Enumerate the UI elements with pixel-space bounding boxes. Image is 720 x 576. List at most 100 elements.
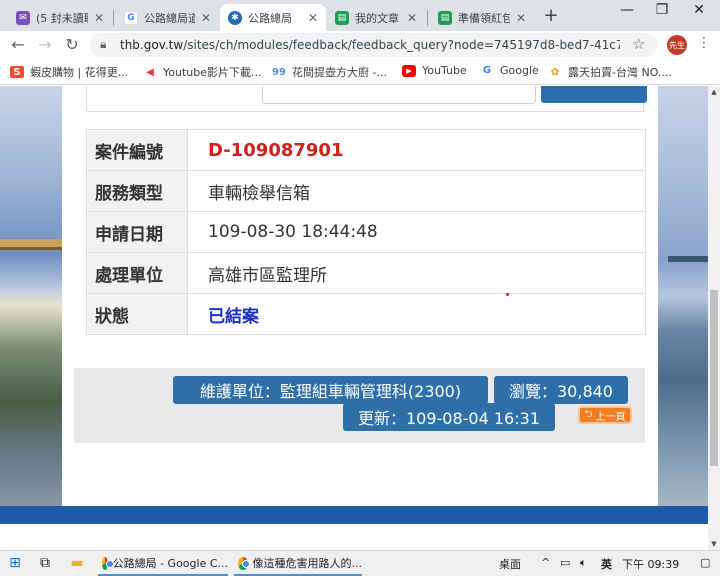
table-row: 服務類型 車輛檢舉信箱 [86, 170, 646, 212]
bookmark-star-icon[interactable]: ☆ [632, 35, 645, 53]
tab-gmail[interactable]: ✉ (5 封未讀取 ✕ [8, 4, 112, 31]
bookmark-google[interactable]: G Google [480, 64, 539, 77]
footer-blue-band [0, 506, 708, 524]
updated-badge: 更新：109-08-04 16:31 [343, 403, 555, 431]
tab-red-envelope[interactable]: ▤ 準備領紅包 ✕ [430, 4, 534, 31]
maintainer-badge: 維護單位：監理組車輛管理科(2300) [173, 376, 488, 404]
tab-divider [113, 10, 114, 26]
bookmark-label: 露天拍賣-台灣 NO.... [568, 66, 672, 79]
network-icon[interactable]: ▭ [560, 556, 570, 569]
windows-taskbar: ⊞ ⧉ ▬ 公路總局 - Google C... 像這種危害用路人的... 桌面… [0, 550, 720, 576]
row-label: 狀態 [86, 293, 188, 335]
row-value: D-109087901 [187, 129, 646, 171]
taskbar-app-chrome-2[interactable]: 像這種危害用路人的... [234, 552, 362, 576]
bookmark-ruten[interactable]: ✿ 露天拍賣-台灣 NO.... [548, 64, 672, 80]
tab-strip: ✉ (5 封未讀取 ✕ G 公路總局道 ✕ ✱ 公路總局 ✕ ▤ 我的文章 - … [0, 0, 720, 31]
youtube-icon: ▶ [402, 64, 416, 77]
task-view-icon[interactable]: ⧉ [36, 555, 54, 571]
windows-start-icon[interactable]: ⊞ [6, 555, 24, 571]
close-icon[interactable]: ✕ [306, 11, 320, 25]
tab-thb-active[interactable]: ✱ 公路總局 ✕ [220, 4, 326, 31]
tab-title: (5 封未讀取 [36, 11, 88, 25]
profile-avatar[interactable]: 先生 [667, 35, 687, 55]
bookmark-youtube-download[interactable]: ◀ Youtube影片下載... [143, 64, 261, 80]
tab-my-articles[interactable]: ▤ 我的文章 - ✕ [327, 4, 425, 31]
scroll-down-icon[interactable]: ▼ [708, 538, 720, 550]
close-icon[interactable]: ✕ [514, 11, 528, 25]
taskbar-app-label: 公路總局 - Google C... [112, 557, 228, 570]
row-label: 案件編號 [86, 129, 188, 171]
table-row: 狀態 已結案 [86, 293, 646, 335]
page-footer-info: 維護單位：監理組車輛管理科(2300) 瀏覽：30,840 更新：109-08-… [74, 368, 645, 443]
ime-indicator[interactable]: 英 [601, 556, 612, 572]
tab-title: 準備領紅包 [458, 11, 510, 25]
background-photo-left [0, 86, 62, 506]
scroll-up-icon[interactable]: ▲ [708, 86, 720, 98]
row-label: 處理單位 [86, 252, 188, 294]
url-path: /sites/ch/modules/feedback/feedback_quer… [183, 38, 620, 52]
file-explorer-icon[interactable]: ▬ [68, 555, 86, 571]
new-tab-button[interactable]: + [541, 5, 561, 26]
taskbar-app-label: 像這種危害用路人的... [252, 557, 363, 570]
kebab-menu-icon[interactable]: ⋮ [697, 35, 711, 51]
forward-arrow-icon[interactable]: → [35, 35, 55, 54]
bookmark-chef-blog[interactable]: 99 花間提壺方大廚 -... [272, 64, 387, 80]
close-icon[interactable]: ✕ [405, 11, 419, 25]
restore-button[interactable]: ❐ [647, 2, 677, 18]
bridge-graphic [668, 256, 708, 262]
chrome-icon [238, 556, 249, 570]
bookmark-shopee[interactable]: S 蝦皮購物 | 花得更... [10, 64, 128, 80]
previous-page-button[interactable]: ⮌ 上一頁 [578, 406, 632, 424]
background-photo-right [658, 86, 708, 506]
chrome-icon [102, 556, 113, 570]
reload-icon[interactable]: ↻ [62, 35, 82, 54]
table-row: 處理單位 高雄市區監理所 [86, 252, 646, 294]
ruten-icon: ✿ [550, 66, 560, 78]
bookmark-label: Google [500, 64, 539, 77]
shopee-icon: S [10, 66, 24, 78]
bookmark-label: 蝦皮購物 | 花得更... [30, 66, 129, 79]
query-submit-button[interactable] [541, 86, 647, 103]
bridge-graphic [0, 239, 62, 247]
url-host: thb.gov.tw [120, 38, 184, 52]
taskbar-app-chrome-1[interactable]: 公路總局 - Google C... [98, 552, 228, 576]
query-form-box [86, 86, 647, 112]
window-close-button[interactable]: ✕ [684, 2, 714, 18]
download-icon: ◀ [146, 66, 154, 78]
notification-icon[interactable]: ▢ [700, 556, 710, 569]
blog-icon: 99 [272, 66, 286, 78]
views-badge: 瀏覽：30,840 [494, 376, 628, 404]
bookmark-label: Youtube影片下載... [163, 66, 262, 79]
lock-icon[interactable]: 🔒︎ [100, 37, 106, 52]
browser-toolbar: ← → ↻ 🔒︎ thb.gov.tw/sites/ch/modules/fee… [0, 31, 720, 59]
case-info-table: 案件編號 D-109087901 服務類型 車輛檢舉信箱 申請日期 109-08… [86, 129, 646, 335]
row-value: 已結案 [187, 293, 646, 335]
tab-google-search[interactable]: G 公路總局道 ✕ [116, 4, 219, 31]
captcha-input[interactable] [262, 86, 536, 104]
cursor-dot [506, 293, 509, 296]
status-badge: 已結案 [208, 306, 259, 327]
url-text[interactable]: thb.gov.tw/sites/ch/modules/feedback/fee… [120, 38, 620, 52]
minimize-button[interactable]: — [612, 2, 642, 18]
close-icon[interactable]: ✕ [199, 11, 213, 25]
table-row: 申請日期 109-08-30 18:44:48 [86, 211, 646, 253]
clock[interactable]: 下午 09:39 [622, 556, 679, 572]
close-icon[interactable]: ✕ [92, 11, 106, 25]
main-content: 案件編號 D-109087901 服務類型 車輛檢舉信箱 申請日期 109-08… [62, 86, 658, 454]
bookmark-label: YouTube [422, 64, 467, 77]
tray-chevron-icon[interactable]: ^ [541, 556, 550, 569]
back-arrow-icon: ⮌ [584, 408, 593, 420]
page-viewport: 案件編號 D-109087901 服務類型 車輛檢舉信箱 申請日期 109-08… [0, 86, 708, 550]
scrollbar-thumb[interactable] [710, 290, 718, 466]
bookmark-youtube[interactable]: ▶ YouTube [402, 64, 467, 77]
desktop-toolbar[interactable]: 桌面 [499, 556, 521, 572]
address-bar[interactable]: 🔒︎ thb.gov.tw/sites/ch/modules/feedback/… [90, 33, 658, 57]
previous-page-label: 上一頁 [595, 411, 626, 423]
back-arrow-icon[interactable]: ← [8, 35, 28, 54]
row-label: 服務類型 [86, 170, 188, 212]
sheet-icon: ▤ [438, 10, 452, 25]
tab-title: 公路總局 [248, 11, 292, 25]
vertical-scrollbar[interactable]: ▲ ▼ [708, 86, 720, 550]
handling-unit: 高雄市區監理所 [187, 252, 646, 294]
volume-icon[interactable]: 🔈︎ [580, 556, 587, 570]
